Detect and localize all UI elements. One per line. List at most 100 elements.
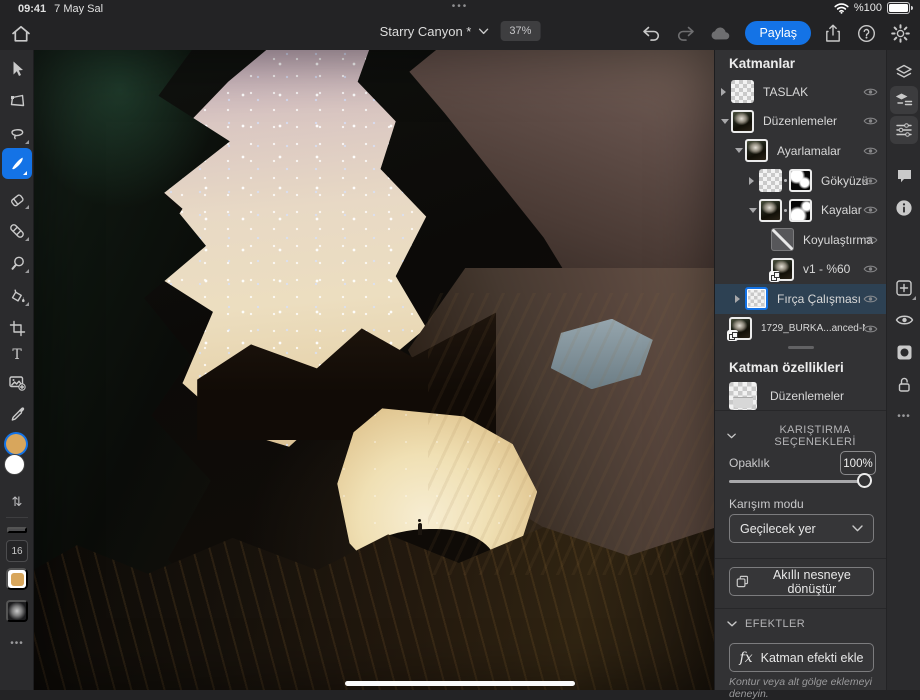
- lasso-tool-icon[interactable]: [0, 120, 34, 148]
- info-rail-icon[interactable]: [890, 194, 918, 222]
- visibility-toggle[interactable]: [863, 145, 878, 157]
- eraser-tool-icon[interactable]: [0, 185, 34, 213]
- adjustments-rail-icon[interactable]: [890, 116, 918, 144]
- export-icon[interactable]: [822, 22, 844, 45]
- zoom-level-badge[interactable]: 37%: [500, 21, 540, 41]
- convert-smart-object-button[interactable]: Akıllı nesneye dönüştür: [729, 567, 874, 596]
- visibility-toggle[interactable]: [863, 263, 878, 275]
- healing-brush-tool-icon[interactable]: [0, 217, 34, 245]
- visibility-toggle[interactable]: [863, 86, 878, 98]
- status-date: 7 May Sal: [54, 3, 103, 15]
- brush-size-value[interactable]: 16: [6, 540, 28, 562]
- panel-drag-handle[interactable]: [788, 346, 814, 349]
- eye-icon: [863, 323, 878, 335]
- layer-thumbnail[interactable]: [731, 80, 754, 103]
- opacity-slider[interactable]: [729, 480, 870, 483]
- panel-more-icon[interactable]: •••: [890, 402, 918, 430]
- fill-bucket-tool-icon[interactable]: [0, 282, 34, 310]
- eye-icon: [863, 175, 878, 187]
- layer-thumbnail[interactable]: [759, 199, 782, 222]
- smart-object-badge-icon: [727, 330, 738, 341]
- layer-properties-row[interactable]: Düzenlemeler: [729, 382, 844, 410]
- foreground-color-well[interactable]: [6, 434, 26, 454]
- layer-thumbnail[interactable]: [745, 139, 768, 162]
- layer-mask-thumbnail[interactable]: [789, 169, 812, 192]
- visibility-rail-icon[interactable]: [890, 306, 918, 334]
- disclosure-arrow[interactable]: [735, 148, 745, 153]
- layer-row[interactable]: 1729_BURKA...anced-NR33: [715, 314, 886, 344]
- layer-row[interactable]: v1 - %60: [715, 255, 886, 285]
- disclosure-arrow[interactable]: [749, 177, 759, 185]
- move-tool-icon[interactable]: [0, 54, 34, 82]
- magnifier-tool-icon[interactable]: [0, 249, 34, 277]
- home-indicator-bar[interactable]: [345, 681, 575, 686]
- share-button[interactable]: Paylaş: [745, 21, 811, 45]
- brush-tool-icon[interactable]: [2, 148, 32, 179]
- effects-hint-text: Kontur veya alt gölge eklemeyi deneyin.: [729, 676, 886, 700]
- layer-thumbnail[interactable]: [731, 110, 754, 133]
- layers-rail-icon[interactable]: [890, 58, 918, 86]
- visibility-toggle[interactable]: [863, 293, 878, 305]
- document-canvas[interactable]: [34, 50, 714, 690]
- comments-rail-icon[interactable]: [890, 162, 918, 190]
- type-tool-icon[interactable]: T: [0, 340, 34, 368]
- redo-button[interactable]: [674, 24, 697, 43]
- layer-thumbnail[interactable]: [745, 287, 768, 310]
- layer-mask-thumbnail[interactable]: [789, 199, 812, 222]
- document-title-button[interactable]: Starry Canyon *: [380, 24, 489, 39]
- effects-header[interactable]: EFEKTLER: [727, 618, 805, 630]
- layer-thumbnail[interactable]: [771, 228, 794, 251]
- swap-colors-icon[interactable]: ⇅: [0, 488, 34, 516]
- color-wells[interactable]: [0, 434, 34, 490]
- crop-tool-icon[interactable]: [0, 314, 34, 342]
- disclosure-arrow[interactable]: [721, 119, 731, 124]
- add-layer-rail-icon[interactable]: [890, 274, 918, 302]
- brush-color-swatch[interactable]: [6, 568, 28, 590]
- place-image-tool-icon[interactable]: [0, 368, 34, 396]
- fx-icon: fx: [740, 650, 753, 666]
- layer-thumbnail[interactable]: [759, 169, 782, 192]
- layer-row[interactable]: Fırça Çalışması: [715, 284, 886, 314]
- layer-thumbnail[interactable]: [729, 317, 752, 340]
- layers-list: TASLAKDüzenlemeler Ayarlamalar GökyüzüKaya…: [715, 77, 886, 343]
- tool-options-more-icon[interactable]: •••: [0, 638, 34, 649]
- layer-row[interactable]: Ayarlamalar: [715, 136, 886, 166]
- brush-softness-preview[interactable]: [6, 600, 28, 622]
- opacity-label: Opaklık: [729, 456, 770, 470]
- layer-thumbnail[interactable]: [771, 258, 794, 281]
- layer-row[interactable]: Kayalar: [715, 195, 886, 225]
- brush-size-slider[interactable]: [7, 527, 27, 533]
- opacity-slider-knob[interactable]: [857, 473, 872, 488]
- battery-percent: %100: [854, 2, 882, 14]
- svg-text:T: T: [12, 347, 22, 362]
- undo-button[interactable]: [640, 24, 663, 43]
- background-color-well[interactable]: [4, 454, 25, 475]
- disclosure-arrow[interactable]: [749, 208, 759, 213]
- layer-properties-rail-icon[interactable]: [890, 86, 918, 114]
- disclosure-arrow[interactable]: [721, 88, 731, 96]
- eyedropper-tool-icon[interactable]: [0, 400, 34, 428]
- layer-row[interactable]: Düzenlemeler: [715, 107, 886, 137]
- layer-row[interactable]: Gökyüzü: [715, 166, 886, 196]
- transform-tool-icon[interactable]: [0, 87, 34, 115]
- help-icon[interactable]: [855, 22, 878, 45]
- layer-name: Ayarlamalar: [777, 144, 841, 158]
- opacity-value-field[interactable]: 100%: [840, 451, 876, 475]
- settings-gear-icon[interactable]: [889, 22, 912, 45]
- visibility-toggle[interactable]: [863, 234, 878, 246]
- add-layer-effect-button[interactable]: fx Katman efekti ekle: [729, 643, 874, 672]
- cloud-sync-icon[interactable]: [708, 24, 734, 43]
- visibility-toggle[interactable]: [863, 115, 878, 127]
- visibility-toggle[interactable]: [863, 204, 878, 216]
- blend-options-header[interactable]: KARIŞTIRMA SEÇENEKLERİ: [727, 424, 886, 448]
- layer-row[interactable]: TASLAK: [715, 77, 886, 107]
- disclosure-arrow[interactable]: [735, 295, 745, 303]
- visibility-toggle[interactable]: [863, 175, 878, 187]
- lock-rail-icon[interactable]: [890, 370, 918, 398]
- home-button[interactable]: [10, 22, 36, 46]
- mask-rail-icon[interactable]: [890, 338, 918, 366]
- blend-mode-dropdown[interactable]: Geçilecek yer: [729, 514, 874, 543]
- visibility-toggle[interactable]: [863, 323, 878, 335]
- panel-divider: [715, 410, 886, 411]
- layer-row[interactable]: Koyulaştırma: [715, 225, 886, 255]
